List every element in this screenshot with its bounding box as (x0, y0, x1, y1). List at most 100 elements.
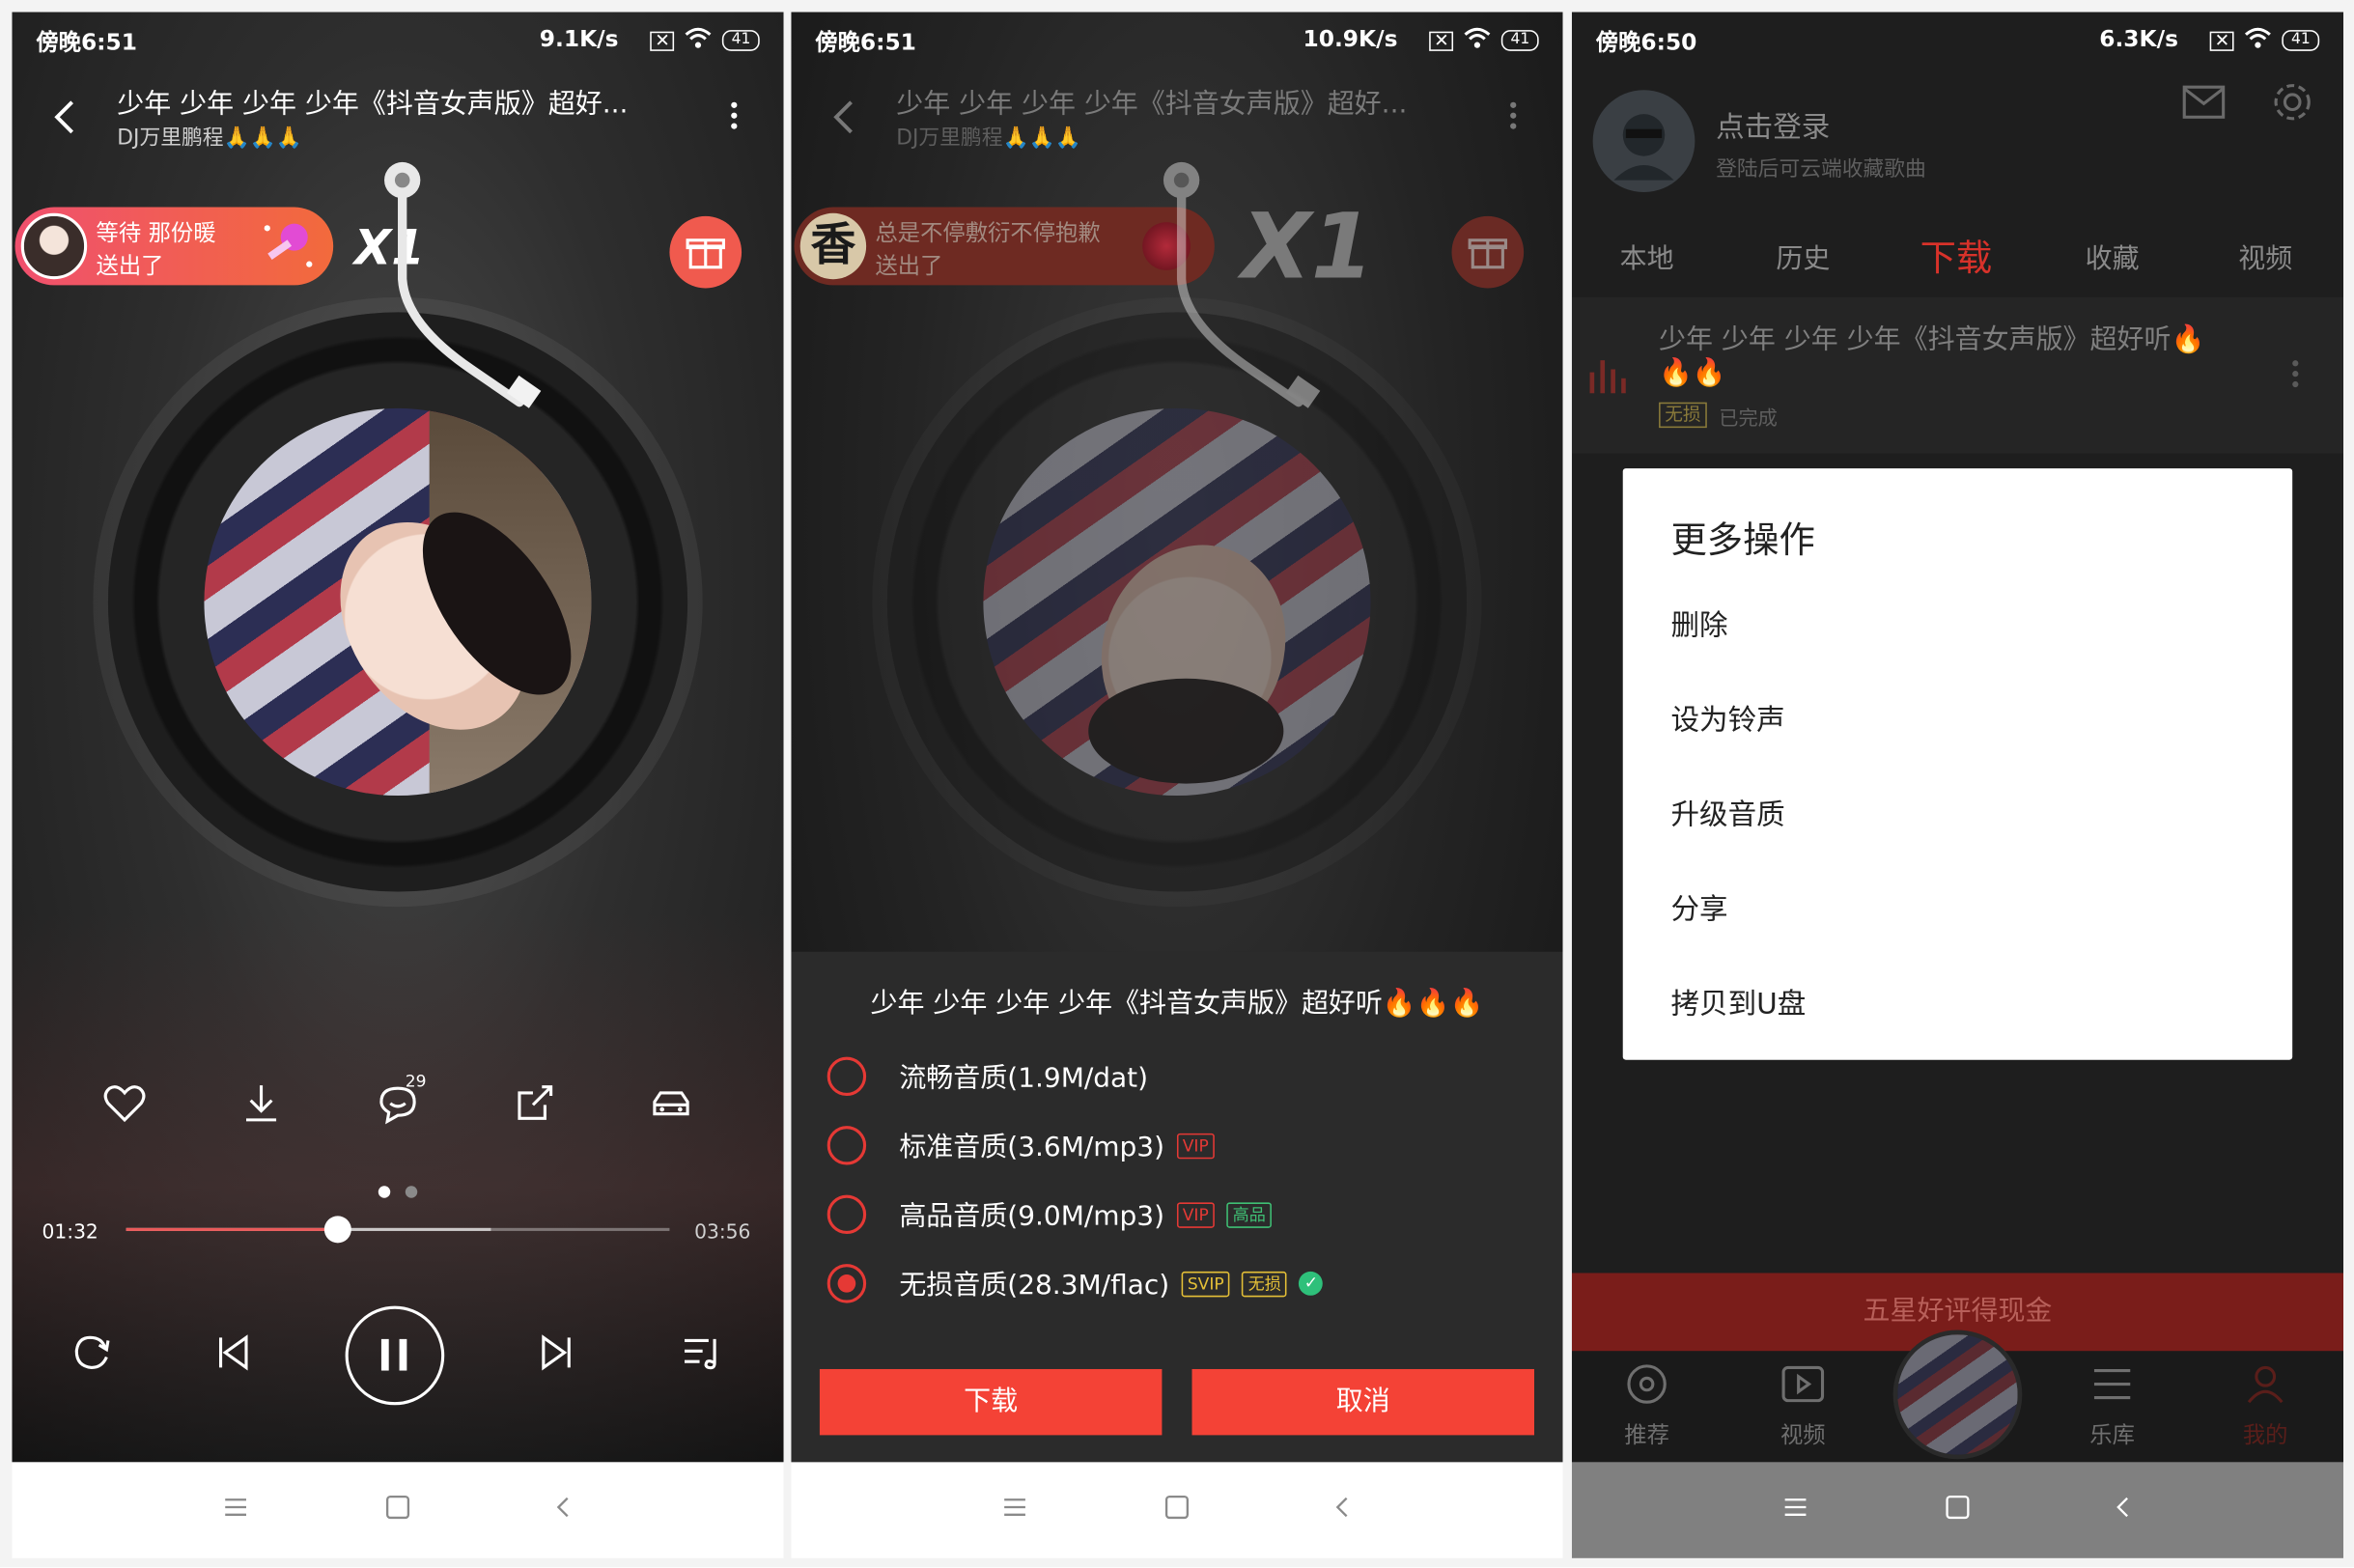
dialog-title: 更多操作 (1670, 518, 1815, 562)
mini-player-cover[interactable] (1892, 1330, 2023, 1460)
downloaded-song-row[interactable]: 少年 少年 少年 少年《抖音女声版》超好听🔥 🔥🔥 无损 已完成 (1571, 296, 2344, 454)
user-icon (2247, 1365, 2284, 1404)
download-button[interactable]: 下载 (819, 1368, 1163, 1436)
played-bar (126, 1227, 339, 1231)
quality-option-standard[interactable]: 标准音质(3.6M/mp3) VIP (827, 1123, 1215, 1168)
wifi-icon (2243, 25, 2273, 55)
tab-history[interactable]: 历史 (1776, 238, 1830, 276)
status-bar: 傍晚6:50 6.3K/s ✕ 41 (1572, 12, 2343, 66)
option-label: 高品音质(9.0M/mp3) (899, 1200, 1165, 1233)
nav-recommend[interactable]: 推荐 (1586, 1351, 1706, 1462)
nav-library[interactable]: 乐库 (2052, 1351, 2172, 1462)
option-label: 流畅音质(1.9M/dat) (899, 1062, 1149, 1095)
battery-indicator: 41 (722, 30, 760, 51)
share-icon[interactable] (512, 1080, 557, 1126)
menu-item-share[interactable]: 分享 (1670, 887, 1727, 928)
nav-video[interactable]: 视频 (1743, 1351, 1863, 1462)
nav-back-icon[interactable] (2109, 1496, 2136, 1526)
microphone-gift-icon (255, 219, 315, 273)
nav-label: 推荐 (1624, 1421, 1669, 1449)
high-quality-badge: 高品 (1226, 1201, 1273, 1228)
action-row: 29 (12, 1072, 783, 1126)
quality-option-smooth[interactable]: 流畅音质(1.9M/dat) (827, 1053, 1148, 1099)
equalizer-icon (1586, 357, 1626, 400)
album-cover[interactable] (204, 407, 592, 797)
nav-label: 我的 (2242, 1421, 2288, 1449)
playlist-icon[interactable] (679, 1330, 724, 1382)
radio-button[interactable] (827, 1126, 867, 1165)
check-icon: ✓ (1299, 1271, 1324, 1296)
radio-button[interactable] (827, 1264, 867, 1303)
page-indicator (405, 1186, 418, 1198)
more-vertical-icon[interactable] (1505, 99, 1521, 132)
status-icons: ✕ 41 (650, 25, 760, 55)
radio-button[interactable] (827, 1194, 867, 1235)
tab-video[interactable]: 视频 (2238, 238, 2292, 276)
comment-count: 29 (405, 1072, 427, 1092)
comment-icon[interactable]: 29 (376, 1072, 427, 1126)
menu-icon[interactable] (1782, 1496, 1809, 1526)
gifter-avatar (20, 212, 88, 280)
quality-option-lossless[interactable]: 无损音质(28.3M/flac) SVIP 无损 ✓ (827, 1261, 1324, 1306)
system-navigation-bar (12, 1462, 784, 1558)
previous-icon[interactable] (210, 1330, 256, 1382)
artist-name[interactable]: DJ万里鹏程🙏🙏🙏 (117, 122, 302, 152)
home-icon[interactable] (384, 1495, 411, 1526)
gift-line1: 总是不停敷衍不停抱歉 (875, 219, 1101, 246)
quality-option-high[interactable]: 高品音质(9.0M/mp3) VIP 高品 (827, 1192, 1273, 1238)
heart-icon[interactable] (102, 1080, 148, 1126)
system-navigation-bar (1571, 1462, 2344, 1558)
lossless-badge: 无损 (1242, 1271, 1288, 1297)
menu-item-copy-usb[interactable]: 拷贝到U盘 (1670, 982, 1806, 1022)
home-icon[interactable] (1944, 1495, 1971, 1526)
downloaded-song-title-cont: 🔥🔥 (1659, 357, 1726, 389)
tab-local[interactable]: 本地 (1620, 238, 1674, 276)
progress-slider[interactable] (126, 1216, 670, 1244)
nav-mine[interactable]: 我的 (2205, 1351, 2325, 1462)
battery-indicator: 41 (2282, 30, 2320, 51)
nav-back-icon[interactable] (1329, 1496, 1356, 1526)
back-arrow-icon[interactable] (825, 97, 867, 139)
sim-icon: ✕ (650, 31, 675, 51)
cancel-button[interactable]: 取消 (1191, 1368, 1535, 1436)
menu-icon[interactable] (222, 1496, 249, 1526)
car-icon[interactable] (648, 1080, 693, 1126)
bottom-navigation: 推荐 视频 乐库 我的 (1571, 1330, 2344, 1463)
radio-button[interactable] (827, 1056, 867, 1097)
pause-icon[interactable] (345, 1305, 445, 1406)
vip-badge: VIP (1176, 1201, 1215, 1228)
artist-name: DJ万里鹏程🙏🙏🙏 (896, 126, 1081, 151)
nav-label: 视频 (1780, 1421, 1826, 1449)
battery-indicator: 41 (1501, 30, 1539, 51)
home-icon[interactable] (1163, 1495, 1191, 1526)
gift-box-icon[interactable] (1451, 215, 1525, 289)
player-background: 傍晚6:51 9.1K/s ✕ 41 少年 少年 少年 少年《抖音女声版》超好.… (12, 12, 784, 1463)
gift-box-icon[interactable] (669, 215, 743, 289)
menu-item-delete[interactable]: 删除 (1670, 603, 1727, 644)
avatar[interactable] (1592, 90, 1695, 193)
menu-item-upgrade-quality[interactable]: 升级音质 (1670, 793, 1784, 833)
nav-back-icon[interactable] (549, 1496, 576, 1526)
system-navigation-bar (791, 1462, 1563, 1558)
settings-gear-icon[interactable] (2271, 81, 2313, 129)
wifi-icon (684, 25, 714, 55)
music-disc-icon (1627, 1364, 1667, 1404)
menu-icon[interactable] (1001, 1496, 1028, 1526)
gift-notification: 等待 那份暖 送出了 (14, 207, 334, 286)
lossless-badge: 无损 (1659, 402, 1707, 429)
repeat-icon[interactable] (70, 1330, 115, 1382)
page-indicator-active (378, 1186, 391, 1198)
video-icon (1781, 1365, 1825, 1403)
next-icon[interactable] (535, 1330, 580, 1382)
menu-item-set-ringtone[interactable]: 设为铃声 (1670, 698, 1784, 739)
mail-icon[interactable] (2181, 84, 2227, 126)
more-vertical-icon[interactable] (2289, 357, 2301, 396)
network-speed: 9.1K/s (539, 25, 619, 53)
status-icons: ✕ 41 (2209, 25, 2320, 55)
login-title[interactable]: 点击登录 (1716, 105, 1830, 146)
download-icon[interactable] (239, 1080, 285, 1126)
tab-download[interactable]: 下载 (1920, 228, 1993, 280)
tab-favorites[interactable]: 收藏 (2086, 238, 2140, 276)
more-vertical-icon[interactable] (727, 99, 743, 132)
back-arrow-icon[interactable] (45, 97, 88, 139)
